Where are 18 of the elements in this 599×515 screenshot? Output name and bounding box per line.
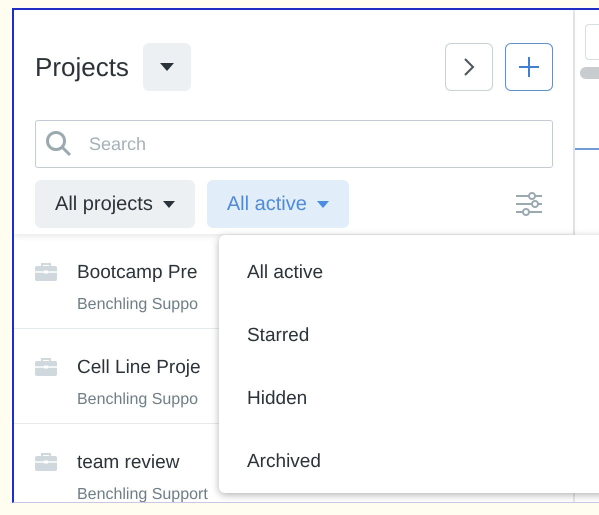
- menu-item[interactable]: Hidden: [219, 367, 308, 430]
- title-dropdown-button[interactable]: [142, 43, 191, 91]
- caret-icon: [160, 63, 174, 71]
- briefcase-icon: [35, 263, 57, 281]
- caret-icon: [316, 200, 329, 208]
- menu-item[interactable]: All active: [219, 241, 324, 304]
- search-field[interactable]: Search: [35, 120, 553, 168]
- chevron-right-icon: [463, 57, 475, 77]
- filter-dropdown[interactable]: All projects: [35, 180, 195, 228]
- menu-item[interactable]: Starred: [219, 304, 310, 367]
- briefcase-icon: [35, 453, 57, 471]
- filter-settings-icon[interactable]: [515, 192, 543, 216]
- menu-item[interactable]: Archived: [219, 430, 321, 493]
- add-button[interactable]: [505, 43, 553, 91]
- caret-icon: [162, 200, 175, 208]
- plus-icon: [518, 56, 540, 78]
- panel-title: Projects: [35, 52, 129, 82]
- briefcase-icon: [35, 358, 57, 376]
